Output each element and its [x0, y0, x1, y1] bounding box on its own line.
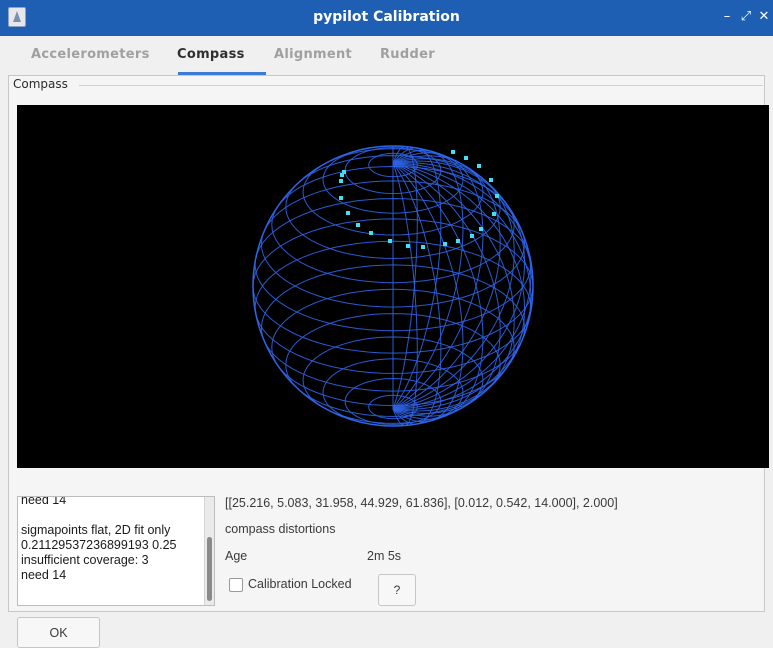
tab-bar: Accelerometers Compass Alignment Rudder: [12, 37, 760, 75]
log-text: need 14 sigmapoints flat, 2D fit only 0.…: [21, 496, 177, 582]
calibration-point: [451, 150, 455, 154]
calibration-point: [492, 212, 496, 216]
group-divider: [79, 85, 763, 86]
calibration-point: [339, 179, 343, 183]
tab-compass[interactable]: Compass: [177, 47, 245, 62]
calibration-locked-label: Calibration Locked: [248, 577, 352, 591]
calibration-point: [464, 156, 468, 160]
compass-3d-view[interactable]: [17, 105, 769, 468]
log-scrollbar[interactable]: [204, 497, 214, 605]
sphere-longitude: [392, 162, 484, 420]
calibration-values: [[25.216, 5.083, 31.958, 44.929, 61.836]…: [225, 496, 618, 510]
calibration-point: [477, 164, 481, 168]
calibration-log[interactable]: need 14 sigmapoints flat, 2D fit only 0.…: [17, 496, 215, 606]
calibration-sphere: [252, 145, 534, 427]
maximize-button[interactable]: ⤢: [738, 9, 754, 25]
calibration-point: [479, 227, 483, 231]
calibration-point: [406, 244, 410, 248]
calibration-locked-checkbox[interactable]: [229, 578, 243, 592]
tab-alignment[interactable]: Alignment: [274, 47, 352, 62]
calibration-point: [369, 231, 373, 235]
calibration-point: [356, 223, 360, 227]
log-scrollbar-thumb[interactable]: [207, 537, 212, 601]
sphere-longitude: [392, 152, 484, 410]
group-label-compass: Compass: [13, 77, 71, 91]
tab-accelerometers[interactable]: Accelerometers: [31, 47, 150, 62]
calibration-point: [339, 196, 343, 200]
calibration-point: [495, 194, 499, 198]
age-value: 2m 5s: [367, 549, 402, 563]
calibration-point: [489, 178, 493, 182]
age-label: Age: [225, 549, 248, 563]
close-button[interactable]: ✕: [756, 9, 772, 25]
window-title: pypilot Calibration: [313, 9, 460, 25]
ok-button[interactable]: OK: [17, 617, 100, 648]
help-button[interactable]: ?: [378, 574, 416, 606]
calibration-point: [388, 239, 392, 243]
calibration-point: [470, 234, 474, 238]
calibration-point: [421, 245, 425, 249]
calibration-point: [456, 239, 460, 243]
title-bar: pypilot Calibration – ⤢ ✕: [0, 0, 773, 36]
calibration-point: [443, 242, 447, 246]
tab-rudder[interactable]: Rudder: [380, 47, 435, 62]
minimize-button[interactable]: –: [719, 9, 735, 25]
distortions-label: compass distortions: [225, 522, 336, 536]
calibration-point: [342, 170, 346, 174]
calibration-point: [346, 211, 350, 215]
